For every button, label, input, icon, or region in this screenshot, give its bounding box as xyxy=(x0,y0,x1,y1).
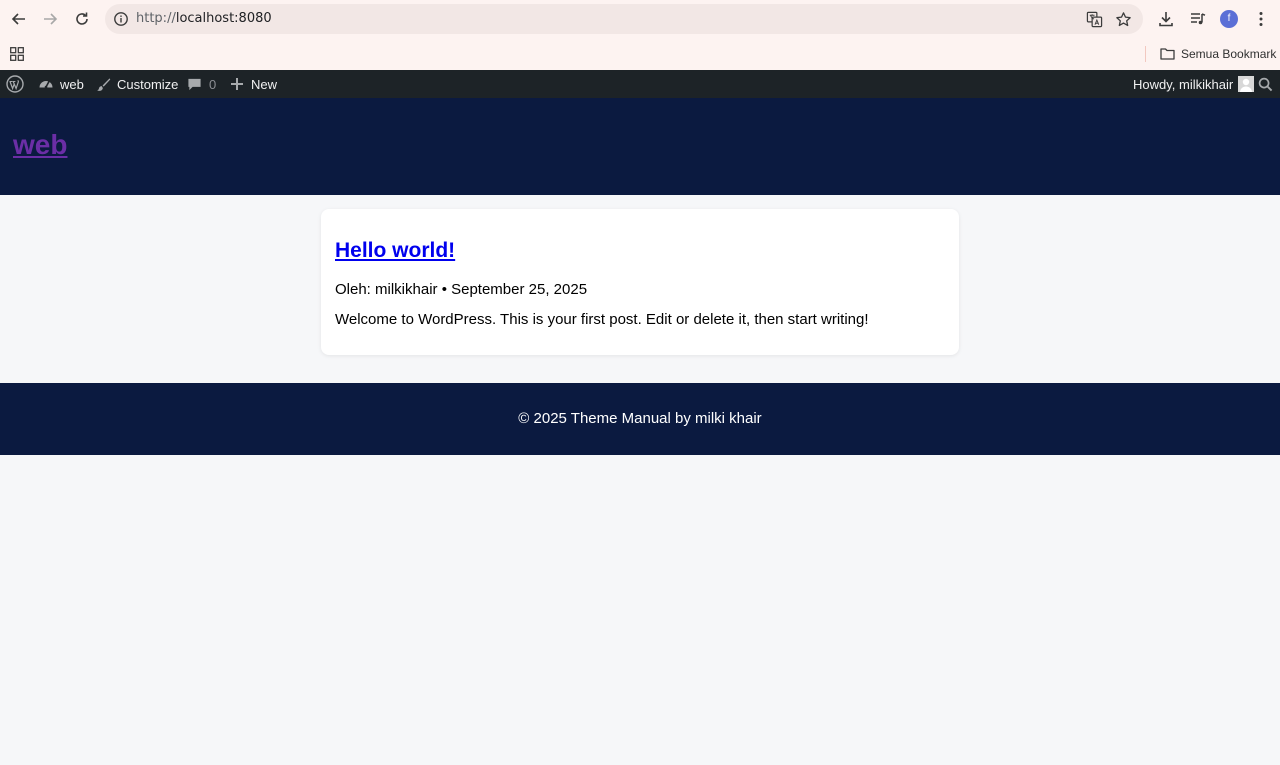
browser-chrome: http://localhost:8080 f Semua Bookmark xyxy=(0,0,1280,70)
folder-icon[interactable] xyxy=(1160,47,1175,60)
paintbrush-icon xyxy=(97,77,111,91)
admin-site-label: web xyxy=(60,76,84,92)
site-footer: © 2025 Theme Manual by milki khair xyxy=(0,383,1280,455)
download-icon[interactable] xyxy=(1157,10,1175,28)
arrow-left-icon xyxy=(11,13,25,25)
plus-icon xyxy=(231,78,243,90)
comments-link[interactable]: 0 xyxy=(187,70,216,98)
all-bookmarks-link[interactable]: Semua Bookmark xyxy=(1181,47,1276,61)
site-title-link[interactable]: web xyxy=(13,129,67,161)
new-label: New xyxy=(251,76,278,92)
my-account-menu[interactable]: Howdy, milkikhair xyxy=(1133,70,1255,98)
url-host: localhost:8080 xyxy=(175,11,272,26)
site-name-menu[interactable]: web xyxy=(38,70,84,98)
comments-count: 0 xyxy=(209,76,217,92)
admin-search-button[interactable] xyxy=(1258,70,1273,98)
post-card: Hello world! Oleh: milkikhair • Septembe… xyxy=(321,209,959,355)
bookmark-divider xyxy=(1145,46,1146,62)
comment-bubble-icon xyxy=(188,78,201,90)
media-control-icon[interactable] xyxy=(1189,10,1207,28)
menu-kebab-icon[interactable] xyxy=(1252,10,1270,28)
site-header: web xyxy=(0,98,1280,195)
translate-icon[interactable] xyxy=(1086,11,1103,28)
post-excerpt: Welcome to WordPress. This is your first… xyxy=(335,311,869,328)
arrow-right-icon xyxy=(44,13,58,25)
wp-logo-menu[interactable] xyxy=(6,70,24,98)
post-title-link[interactable]: Hello world! xyxy=(335,239,455,263)
url-scheme: http:// xyxy=(136,11,176,26)
dashboard-gauge-icon xyxy=(39,81,53,89)
search-icon xyxy=(1258,77,1273,91)
user-silhouette-icon xyxy=(1240,78,1253,92)
address-bar[interactable]: http://localhost:8080 xyxy=(105,4,1143,34)
forward-button[interactable] xyxy=(39,8,61,30)
customize-label: Customize xyxy=(117,76,179,92)
wordpress-logo-icon xyxy=(6,75,24,93)
info-icon[interactable] xyxy=(113,11,129,27)
new-content-menu[interactable]: New xyxy=(230,70,277,98)
profile-avatar[interactable]: f xyxy=(1220,10,1238,28)
reload-button[interactable] xyxy=(71,8,93,30)
post-meta: Oleh: milkikhair • September 25, 2025 xyxy=(335,281,588,298)
reload-icon xyxy=(76,12,88,25)
howdy-label: Howdy, milkikhair xyxy=(1133,76,1234,92)
browser-toolbar: http://localhost:8080 f xyxy=(0,0,1280,38)
url-text[interactable]: http://localhost:8080 xyxy=(136,11,272,26)
back-button[interactable] xyxy=(8,8,30,30)
bookmark-bar: Semua Bookmark xyxy=(0,38,1280,70)
star-icon[interactable] xyxy=(1115,11,1132,28)
wp-admin-bar: web Customize 0 New Howdy, milkikhair xyxy=(0,70,1280,98)
customize-link[interactable]: Customize xyxy=(96,70,178,98)
footer-copyright: © 2025 Theme Manual by milki khair xyxy=(518,410,762,427)
user-avatar xyxy=(1238,76,1255,92)
apps-grid-icon[interactable] xyxy=(10,47,24,61)
